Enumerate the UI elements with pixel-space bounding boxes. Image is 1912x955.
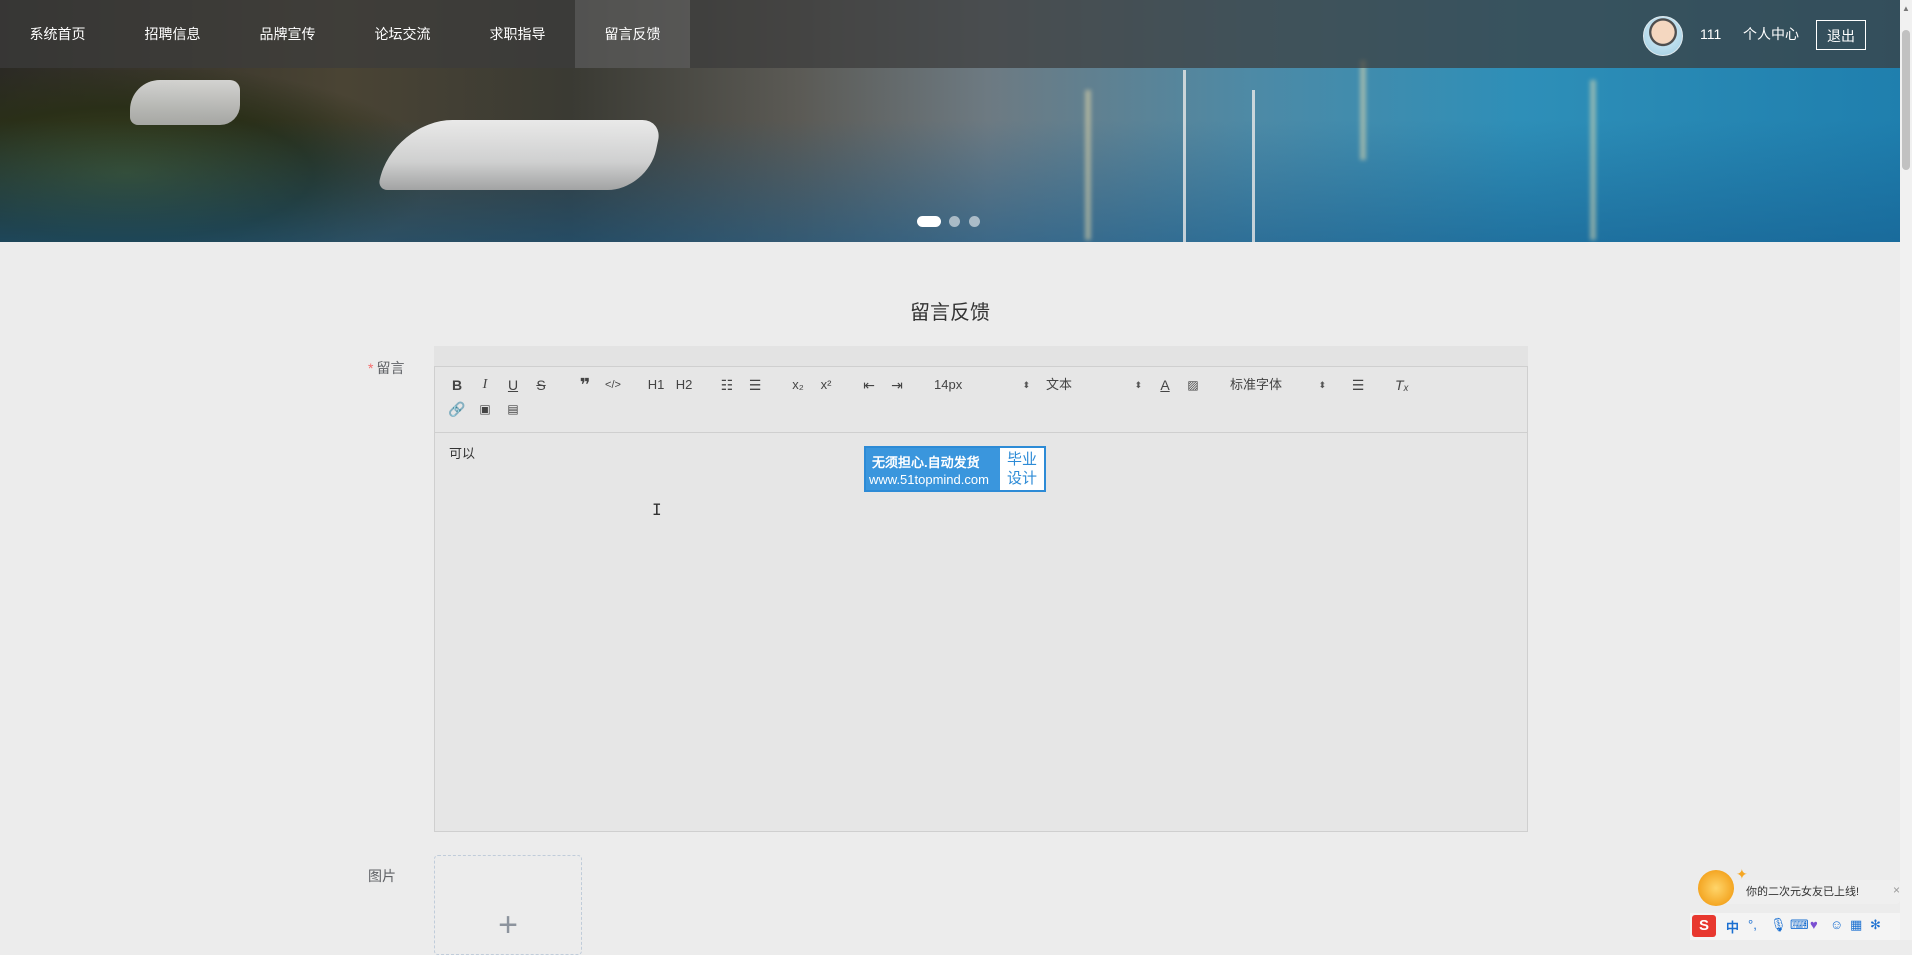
image-upload[interactable]: + [434,855,582,955]
background-color-icon[interactable]: ▨ [1182,374,1204,396]
nav-item-brand[interactable]: 品牌宣传 [230,0,345,68]
video-icon[interactable]: ▤ [502,398,524,420]
font-color-icon[interactable]: A [1154,374,1176,396]
ime-toolbar: S 中 °, 🎙 ⌨ ♥ ☺ ▦ ✻ [1690,913,1900,940]
watermark-right: 毕业 设计 [1000,448,1044,490]
image-icon[interactable]: ▣ [474,398,496,420]
nav-item-feedback[interactable]: 留言反馈 [575,0,690,68]
sparkle-icon: ✦ [1736,866,1748,882]
editor-toolbar: B I U S ❞ </> H1 H2 ☷ ☰ x₂ x² ⇤ ⇥ 14px ⬍ … [435,367,1527,433]
subscript-icon[interactable]: x₂ [787,374,809,396]
carousel-dot-3[interactable] [969,216,980,227]
select-arrows-icon: ⬍ [1022,380,1030,390]
close-icon[interactable]: × [1893,883,1900,897]
nav-item-home[interactable]: 系统首页 [0,0,115,68]
watermark-right1: 毕业 [1006,451,1037,468]
watermark-left: 无须担心.自动发货 www.51topmind.com [866,448,1000,490]
banner-light-reflection [1360,60,1366,160]
banner-mast [1252,90,1255,242]
header-select[interactable]: 文本 ⬍ [1046,374,1142,396]
settings-gear-icon[interactable]: ✻ [1870,917,1881,933]
clear-format-icon[interactable]: Tₓ [1391,374,1413,396]
rich-text-editor: B I U S ❞ </> H1 H2 ☷ ☰ x₂ x² ⇤ ⇥ 14px ⬍ … [434,366,1528,832]
watermark-line1: 无须担心.自动发货 [872,455,980,470]
plus-icon: + [498,906,518,944]
tray-notification[interactable]: 你的二次元女友已上线! [1720,880,1900,904]
indent-icon[interactable]: ⇥ [886,374,908,396]
link-icon[interactable]: 🔗 [446,398,468,420]
message-label-text: 留言 [376,360,405,376]
text-cursor-icon: I [652,500,662,519]
nav-item-recruitment[interactable]: 招聘信息 [115,0,230,68]
bullet-list-icon[interactable]: ☰ [744,374,766,396]
scroll-up-icon[interactable]: ▲ [1902,4,1910,13]
banner-mast [1183,70,1186,242]
nav-item-job-guide[interactable]: 求职指导 [460,0,575,68]
align-icon[interactable]: ☰ [1347,374,1369,396]
sogou-logo-icon[interactable]: S [1692,915,1716,937]
header1-icon[interactable]: H1 [645,374,667,396]
bold-icon[interactable]: B [446,374,468,396]
editor-content-area[interactable]: 可以 [435,433,1527,831]
top-nav: 系统首页 招聘信息 品牌宣传 论坛交流 求职指导 留言反馈 111 个人中心 退… [0,0,1900,68]
font-family-select[interactable]: 标准字体 ⬍ [1230,374,1326,396]
blockquote-icon[interactable]: ❞ [574,374,596,396]
watermark-right2: 设计 [1006,470,1037,487]
punctuation-icon[interactable]: °, [1748,917,1757,932]
nav-item-forum[interactable]: 论坛交流 [345,0,460,68]
image-label: 图片 [368,868,396,884]
sun-mascot-icon[interactable] [1698,870,1734,906]
editor-top-strip [434,346,1528,366]
carousel-dot-1[interactable] [917,216,941,227]
avatar[interactable] [1643,16,1683,56]
logout-button[interactable]: 退出 [1816,20,1866,50]
personal-center-link[interactable]: 个人中心 [1743,0,1799,68]
banner-yacht [377,120,663,190]
strikethrough-icon[interactable]: S [530,374,552,396]
carousel-dot-2[interactable] [949,216,960,227]
outdent-icon[interactable]: ⇤ [858,374,880,396]
page-scrollbar[interactable]: ▲ [1900,0,1912,940]
underline-icon[interactable]: U [502,374,524,396]
banner-light-reflection [1590,80,1596,240]
scroll-thumb[interactable] [1902,30,1910,170]
select-arrows-icon: ⬍ [1318,380,1326,390]
message-content: 可以 [449,446,476,461]
microphone-icon[interactable]: 🎙 [1770,917,1787,933]
superscript-icon[interactable]: x² [815,374,837,396]
page-title: 留言反馈 [910,302,990,324]
ime-lang-toggle[interactable]: 中 [1726,917,1739,936]
ordered-list-icon[interactable]: ☷ [716,374,738,396]
banner-boat-small [130,80,240,125]
italic-icon[interactable]: I [474,374,496,396]
watermark-line2: www.51topmind.com [869,472,989,487]
emoji-icon[interactable]: ☺ [1830,917,1843,932]
username: 111 [1700,26,1722,42]
skin-icon[interactable]: ♥ [1810,917,1818,932]
font-size-select[interactable]: 14px ⬍ [934,374,1030,396]
code-block-icon[interactable]: </> [602,374,624,396]
banner-carousel: 系统首页 招聘信息 品牌宣传 论坛交流 求职指导 留言反馈 111 个人中心 退… [0,0,1900,242]
toolbox-icon[interactable]: ▦ [1850,917,1862,933]
message-label: * 留言 [368,358,404,378]
watermark-badge: 无须担心.自动发货 www.51topmind.com 毕业 设计 [864,446,1046,492]
select-arrows-icon: ⬍ [1134,380,1142,390]
banner-light-reflection [1085,90,1091,240]
required-mark: * [368,360,374,376]
header2-icon[interactable]: H2 [673,374,695,396]
keyboard-icon[interactable]: ⌨ [1790,917,1809,933]
